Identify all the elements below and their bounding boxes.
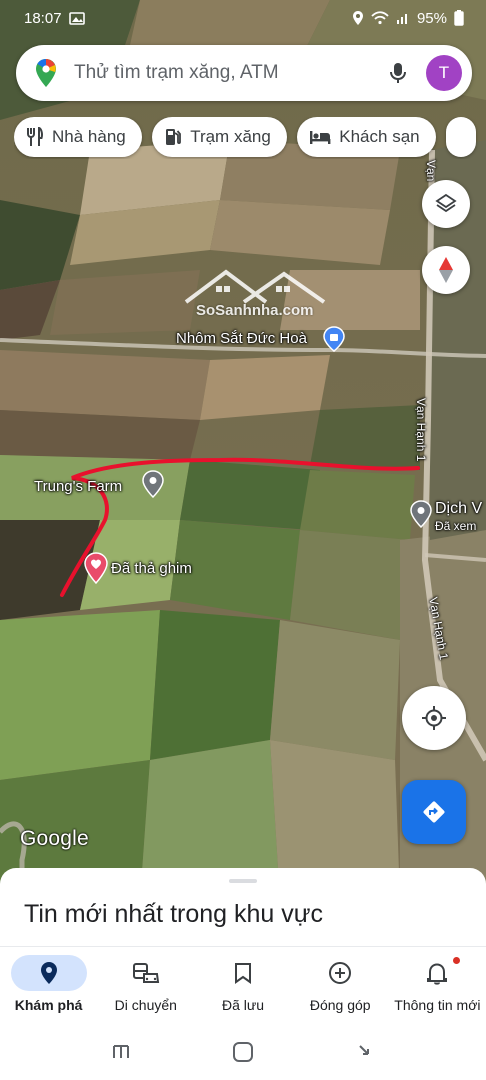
place-marker-icon[interactable] [142,470,164,498]
my-location-button[interactable] [402,686,466,750]
nav-explore[interactable]: Khám phá [0,947,97,1024]
nav-label: Di chuyển [114,997,177,1013]
road-label-van-north: Vạn [424,160,438,182]
compass-button[interactable] [422,246,470,294]
explore-pin-icon [40,962,57,984]
compass-icon [439,257,453,283]
bell-icon [427,963,448,985]
chip-label: Nhà hàng [52,127,126,146]
google-maps-logo-icon [36,59,56,87]
location-status-icon [352,11,363,25]
nav-label: Thông tin mới [394,997,481,1013]
category-chips: Nhà hàng Trạm xăng Khách sạn [14,117,486,159]
nav-label: Đã lưu [221,997,265,1013]
layers-icon [435,193,457,213]
dropped-pin-icon[interactable] [84,552,108,584]
battery-icon [454,10,464,26]
bookmark-icon [235,963,251,984]
service-marker-icon[interactable] [410,500,432,528]
chip-label: Khách sạn [339,127,420,146]
battery-percent: 95% [416,9,447,27]
crosshair-icon [422,706,446,730]
home-icon[interactable] [232,1041,254,1063]
directions-button[interactable] [402,780,466,844]
bottom-navigation: Khám phá Di chuyển Đã lưu Đóng góp Thông… [0,946,486,1024]
wifi-icon [371,11,389,25]
gas-station-icon [166,129,182,145]
nav-label: Khám phá [14,997,83,1013]
place-label-dich-vu[interactable]: Dịch V [435,500,482,518]
status-bar: 18:07 95% [0,0,486,36]
bottom-sheet[interactable]: Tin mới nhất trong khu vực [0,868,486,950]
add-circle-icon [329,962,352,984]
shopping-place-marker-icon[interactable] [323,326,345,352]
signal-icon [396,14,407,24]
nav-commute[interactable]: Di chuyển [97,947,194,1024]
nav-saved[interactable]: Đã lưu [194,947,291,1024]
commute-icon [132,963,159,983]
gallery-notification-icon [68,11,85,25]
chip-hotels[interactable]: Khách sạn [297,117,436,157]
chip-more[interactable] [446,117,477,157]
status-time: 18:07 [24,9,62,27]
road-label-van-hanh-1: Vạn Hạnh 1 [414,398,428,462]
sheet-title: Tin mới nhất trong khu vực [24,900,323,928]
google-logo: Google [20,827,89,850]
place-label-trungs-farm[interactable]: Trung's Farm [34,478,122,495]
nav-label: Đóng góp [309,997,371,1013]
dropped-pin-label[interactable]: Đã thả ghim [111,560,192,577]
search-input[interactable]: Thử tìm trạm xăng, ATM [74,62,378,84]
nav-contribute[interactable]: Đóng góp [292,947,389,1024]
place-sublabel-viewed: Đã xem [435,519,477,533]
place-label-nhom-sat[interactable]: Nhôm Sắt Đức Hoà [176,330,307,347]
restaurant-icon [27,127,43,146]
back-icon[interactable] [355,1042,375,1062]
system-navigation-bar [0,1024,486,1080]
layers-button[interactable] [422,180,470,228]
hotel-icon [310,131,331,144]
recent-apps-icon[interactable] [111,1043,131,1061]
search-bar[interactable]: Thử tìm trạm xăng, ATM T [16,45,472,101]
account-avatar[interactable]: T [426,55,462,91]
chip-gas-stations[interactable]: Trạm xăng [152,117,287,157]
directions-icon [423,801,445,823]
chip-restaurants[interactable]: Nhà hàng [14,117,142,157]
voice-search-button[interactable] [378,53,418,93]
microphone-icon [390,63,406,83]
chip-label: Trạm xăng [190,127,271,146]
nav-updates[interactable]: Thông tin mới [389,947,486,1024]
sheet-drag-handle[interactable] [229,879,257,883]
watermark-text: SoSanhnha.com [196,302,314,319]
notification-dot [453,957,461,964]
